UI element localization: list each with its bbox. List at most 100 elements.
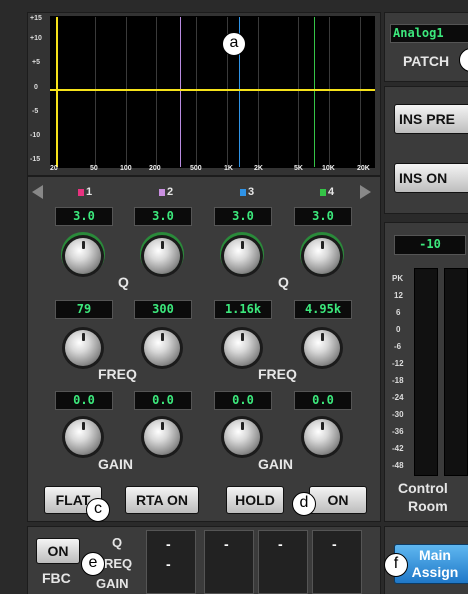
app-window: +15 +10 +5 0 -5 -10 -15 20 50 100 200 50… [0, 0, 468, 594]
fbc-column [258, 530, 308, 594]
meter-scale-label: -36 [392, 427, 404, 436]
y-tick: +15 [30, 15, 42, 22]
meter-scale-label: -24 [392, 393, 404, 402]
y-tick: 0 [34, 84, 38, 91]
meter-scale-label: -42 [392, 444, 404, 453]
band2-q-lcd: 3.0 [134, 207, 192, 226]
patch-label: PATCH [403, 53, 450, 69]
band2-marker: 2 [159, 186, 173, 198]
grid-line-20k [360, 17, 361, 167]
x-tick: 5K [294, 165, 303, 172]
band3-freq-lcd: 1.16k [214, 300, 272, 319]
x-tick: 20K [357, 165, 370, 172]
meter-bar-left [414, 268, 438, 476]
on-button[interactable]: ON [309, 486, 367, 514]
band2-freq-lcd: 300 [134, 300, 192, 319]
x-tick: 20 [50, 165, 58, 172]
band1-freq-knob[interactable] [65, 330, 101, 366]
grid-line-20 [56, 17, 58, 167]
band4-freq-line [314, 17, 315, 167]
meter-scale-label: -12 [392, 359, 404, 368]
meter-scale-label: -30 [392, 410, 404, 419]
band2-gain-lcd: 0.0 [134, 391, 192, 410]
fbc-cell: - [166, 556, 171, 572]
y-tick: -10 [30, 132, 41, 139]
fbc-cell: - [224, 536, 229, 552]
grid-line-50 [95, 17, 96, 167]
band1-q-knob[interactable] [65, 238, 101, 274]
meter-scale-label: -6 [394, 342, 402, 351]
hold-button[interactable]: HOLD [226, 486, 284, 514]
grid-line-500 [196, 17, 197, 167]
fbc-row-label-gain: GAIN [96, 576, 129, 591]
band1-freq-lcd: 79 [55, 300, 113, 319]
ins-on-button[interactable]: INS ON [394, 163, 468, 193]
meter-lcd: -10 [394, 235, 466, 255]
band4-q-lcd: 3.0 [294, 207, 352, 226]
band1-gain-lcd: 0.0 [55, 391, 113, 410]
y-tick: +5 [32, 59, 40, 66]
y-tick: -15 [30, 156, 41, 163]
band1-q-lcd: 3.0 [55, 207, 113, 226]
callout-e: e [81, 552, 105, 576]
patch-lcd[interactable]: Analog1 [390, 24, 468, 43]
band-prev-icon[interactable] [32, 185, 43, 199]
fbc-cell: - [166, 536, 171, 552]
band4-q-knob[interactable] [304, 238, 340, 274]
callout-a: a [222, 32, 246, 56]
grid-line-2k [258, 17, 259, 167]
band1-marker: 1 [78, 186, 92, 198]
q-label-left: Q [118, 274, 129, 290]
meter-scale-label: 12 [394, 291, 403, 300]
x-tick: 50 [90, 165, 98, 172]
meter-scale-label: 6 [396, 308, 401, 317]
band1-gain-knob[interactable] [65, 419, 101, 455]
grid-line-200 [156, 17, 157, 167]
band3-freq-knob[interactable] [224, 330, 260, 366]
y-tick: +10 [30, 35, 42, 42]
band3-label: 3 [248, 186, 255, 198]
meter-scale-label: -48 [392, 461, 404, 470]
grid-line-100 [126, 17, 127, 167]
band4-gain-knob[interactable] [304, 419, 340, 455]
eq-graph [50, 16, 375, 168]
gain-label-left: GAIN [98, 456, 133, 472]
fbc-column [146, 530, 196, 594]
band-next-icon[interactable] [360, 185, 371, 199]
band3-q-knob[interactable] [224, 238, 260, 274]
rta-on-button[interactable]: RTA ON [125, 486, 199, 514]
fbc-row-label-q: Q [112, 535, 123, 550]
fbc-cell: - [332, 536, 337, 552]
x-tick: 500 [190, 165, 202, 172]
x-tick: 10K [322, 165, 335, 172]
meter-scale-label: PK [392, 274, 404, 283]
callout-f: f [384, 553, 408, 577]
band2-freq-line [180, 17, 181, 167]
x-tick: 2K [254, 165, 263, 172]
band3-marker: 3 [240, 186, 255, 198]
freq-label-left: FREQ [98, 366, 137, 382]
band4-color-swatch [320, 189, 326, 196]
y-tick: -5 [32, 108, 39, 115]
ins-pre-button[interactable]: INS PRE [394, 104, 468, 134]
meter-bar-right [444, 268, 468, 476]
band4-freq-knob[interactable] [304, 330, 340, 366]
callout-c: c [86, 498, 110, 522]
fbc-cell: - [278, 536, 283, 552]
band3-gain-knob[interactable] [224, 419, 260, 455]
fbc-column [204, 530, 254, 594]
gain-label-right: GAIN [258, 456, 293, 472]
fbc-on-button[interactable]: ON [36, 538, 80, 564]
band4-marker: 4 [320, 186, 334, 198]
patch-panel [384, 12, 468, 82]
band2-color-swatch [159, 189, 165, 196]
eq-curve-line [50, 89, 375, 91]
band2-gain-knob[interactable] [144, 419, 180, 455]
band1-color-swatch [78, 189, 84, 196]
band2-freq-knob[interactable] [144, 330, 180, 366]
meter-scale-label: 0 [396, 325, 401, 334]
meter-scale-label: -18 [392, 376, 404, 385]
x-tick: 1K [224, 165, 233, 172]
band2-q-knob[interactable] [144, 238, 180, 274]
band4-gain-lcd: 0.0 [294, 391, 352, 410]
